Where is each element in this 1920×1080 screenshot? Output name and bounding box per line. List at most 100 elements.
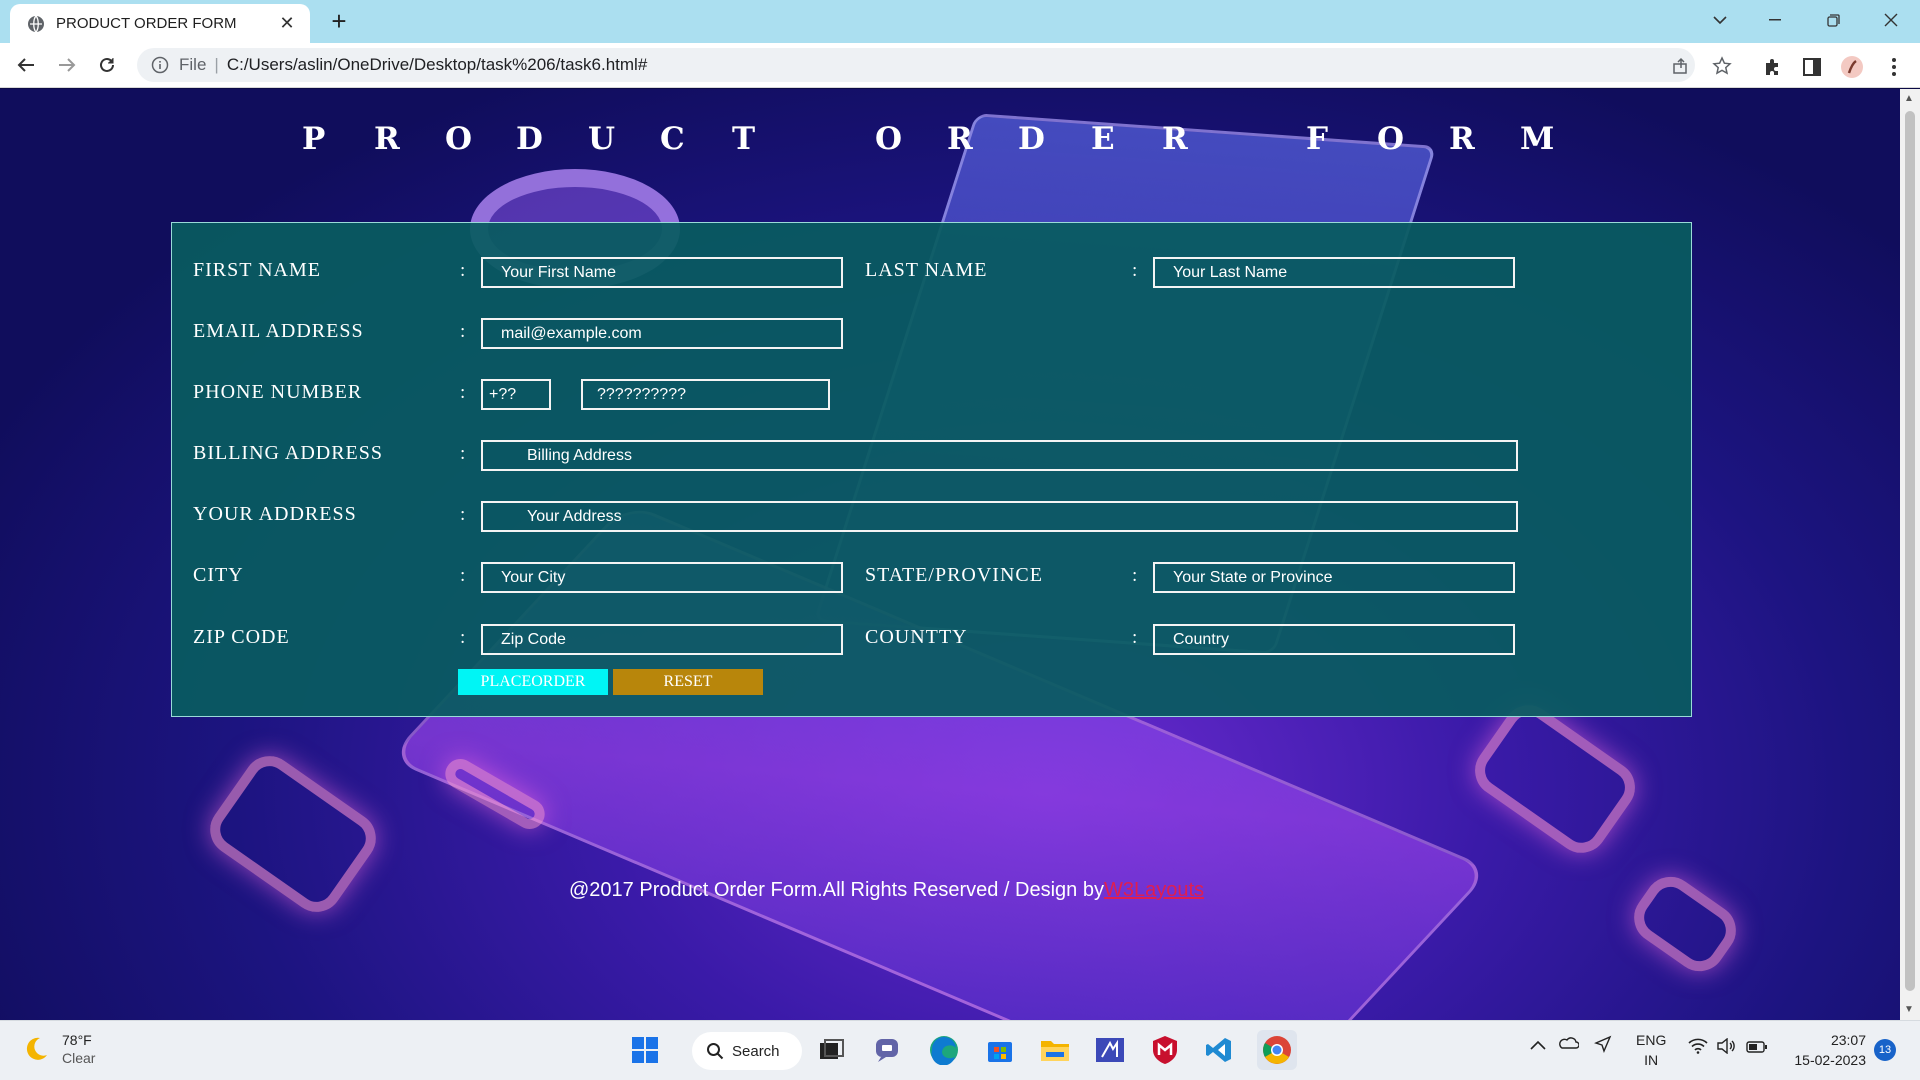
- page-viewport: P R O D U C T O R D E R F O R M FIRST NA…: [0, 89, 1900, 1020]
- title-letter: R: [947, 121, 973, 157]
- azure-app-icon[interactable]: [1093, 1033, 1127, 1067]
- email-input[interactable]: [481, 318, 843, 349]
- new-tab-button[interactable]: +: [323, 6, 355, 38]
- extensions-icon[interactable]: [1760, 55, 1784, 79]
- title-letter: D: [1018, 121, 1045, 157]
- back-button[interactable]: [10, 49, 42, 81]
- info-icon[interactable]: [151, 56, 169, 74]
- tab-title: PRODUCT ORDER FORM: [56, 15, 237, 32]
- colon-separator: :: [1132, 565, 1138, 586]
- volume-icon[interactable]: [1716, 1037, 1736, 1057]
- profile-avatar[interactable]: [1840, 55, 1864, 79]
- country-label: COUNTTY: [865, 626, 968, 648]
- teams-chat-icon[interactable]: [872, 1033, 906, 1067]
- title-letter: R: [1449, 121, 1475, 157]
- taskbar-search[interactable]: Search: [692, 1032, 802, 1070]
- title-letter: D: [516, 121, 543, 157]
- colon-separator: :: [460, 627, 466, 648]
- phone-label: PHONE NUMBER: [193, 381, 363, 403]
- zip-code-input[interactable]: [481, 624, 843, 655]
- chrome-icon[interactable]: [1257, 1030, 1297, 1070]
- globe-icon: [26, 14, 46, 34]
- close-tab-icon[interactable]: ✕: [276, 13, 298, 34]
- phone-code-input[interactable]: [481, 379, 551, 410]
- search-label: Search: [732, 1042, 780, 1060]
- reload-button[interactable]: [91, 49, 123, 81]
- title-letter: R: [1162, 121, 1188, 157]
- title-letter: C: [660, 121, 685, 157]
- scroll-down-icon[interactable]: ▼: [1904, 1004, 1914, 1015]
- place-order-button[interactable]: PLACEORDER: [458, 669, 608, 695]
- weather-description: Clear: [62, 1050, 96, 1066]
- address-scheme: File: [179, 55, 207, 74]
- decorative-tile: [200, 745, 386, 923]
- title-letter: U: [588, 121, 616, 157]
- share-icon[interactable]: [1670, 55, 1692, 77]
- browser-menu-icon[interactable]: [1882, 55, 1906, 79]
- last-name-input[interactable]: [1153, 257, 1515, 288]
- edge-browser-icon[interactable]: [927, 1033, 961, 1067]
- forward-button[interactable]: [51, 49, 83, 81]
- state-label: STATE/PROVINCE: [865, 564, 1043, 586]
- browser-tab-bar: PRODUCT ORDER FORM ✕ +: [0, 0, 1920, 43]
- language-region: IN: [1644, 1052, 1659, 1068]
- language-indicator[interactable]: ENG IN: [1636, 1030, 1666, 1070]
- decorative-tile: [1464, 695, 1646, 863]
- city-input[interactable]: [481, 562, 843, 593]
- close-window-button[interactable]: [1862, 0, 1920, 40]
- show-hidden-icons[interactable]: [1530, 1037, 1546, 1053]
- address-bar[interactable]: File | C:/Users/aslin/OneDrive/Desktop/t…: [137, 48, 1695, 82]
- address-url: C:/Users/aslin/OneDrive/Desktop/task%206…: [226, 55, 648, 74]
- wifi-icon[interactable]: [1688, 1038, 1708, 1057]
- title-letter: E: [1091, 121, 1115, 157]
- windows-start-icon[interactable]: [628, 1033, 662, 1067]
- first-name-label: FIRST NAME: [193, 259, 321, 281]
- decorative-tile: [1623, 866, 1747, 982]
- colon-separator: :: [1132, 627, 1138, 648]
- browser-toolbar: File | C:/Users/aslin/OneDrive/Desktop/t…: [0, 43, 1920, 88]
- country-input[interactable]: [1153, 624, 1515, 655]
- scrollbar-thumb[interactable]: [1905, 111, 1915, 991]
- system-clock[interactable]: 23:07 15-02-2023: [1780, 1030, 1866, 1070]
- title-letter: O: [1377, 121, 1405, 157]
- notification-badge[interactable]: 13: [1874, 1039, 1896, 1061]
- minimize-button[interactable]: [1746, 0, 1804, 40]
- search-icon: [707, 1043, 724, 1060]
- billing-address-label: BILLING ADDRESS: [193, 442, 384, 464]
- reset-button[interactable]: RESET: [613, 669, 763, 695]
- colon-separator: :: [460, 443, 466, 464]
- battery-icon[interactable]: [1746, 1040, 1768, 1056]
- billing-address-input[interactable]: [481, 440, 1518, 471]
- side-panel-icon[interactable]: [1800, 55, 1824, 79]
- first-name-input[interactable]: [481, 257, 843, 288]
- scroll-up-icon[interactable]: ▲: [1904, 93, 1914, 104]
- location-icon[interactable]: [1594, 1035, 1612, 1056]
- state-input[interactable]: [1153, 562, 1515, 593]
- weather-widget[interactable]: 78°F Clear: [22, 1031, 95, 1067]
- colon-separator: :: [1132, 260, 1138, 281]
- colon-separator: :: [460, 565, 466, 586]
- colon-separator: :: [460, 321, 466, 342]
- restore-button[interactable]: [1804, 0, 1862, 40]
- vscode-icon[interactable]: [1202, 1033, 1236, 1067]
- microsoft-store-icon[interactable]: [983, 1033, 1017, 1067]
- bookmark-star-icon[interactable]: [1711, 55, 1733, 77]
- moon-icon: [26, 1037, 47, 1060]
- mcafee-icon[interactable]: [1148, 1033, 1182, 1067]
- task-view-icon[interactable]: [815, 1033, 849, 1067]
- title-letter: P: [302, 121, 326, 157]
- phone-number-input[interactable]: [581, 379, 830, 410]
- tab-search-icon[interactable]: [1691, 0, 1749, 40]
- colon-separator: :: [460, 260, 466, 281]
- zip-code-label: ZIP CODE: [193, 626, 290, 648]
- colon-separator: :: [460, 504, 466, 525]
- footer-designer-link[interactable]: W3Layouts: [1104, 879, 1204, 901]
- last-name-label: LAST NAME: [865, 259, 988, 281]
- page-scrollbar[interactable]: ▲ ▼: [1900, 89, 1920, 1020]
- your-address-label: YOUR ADDRESS: [193, 503, 357, 525]
- your-address-input[interactable]: [481, 501, 1518, 532]
- language-code: ENG: [1636, 1032, 1667, 1048]
- browser-tab[interactable]: PRODUCT ORDER FORM ✕: [10, 4, 310, 43]
- file-explorer-icon[interactable]: [1038, 1033, 1072, 1067]
- onedrive-icon[interactable]: [1557, 1035, 1580, 1052]
